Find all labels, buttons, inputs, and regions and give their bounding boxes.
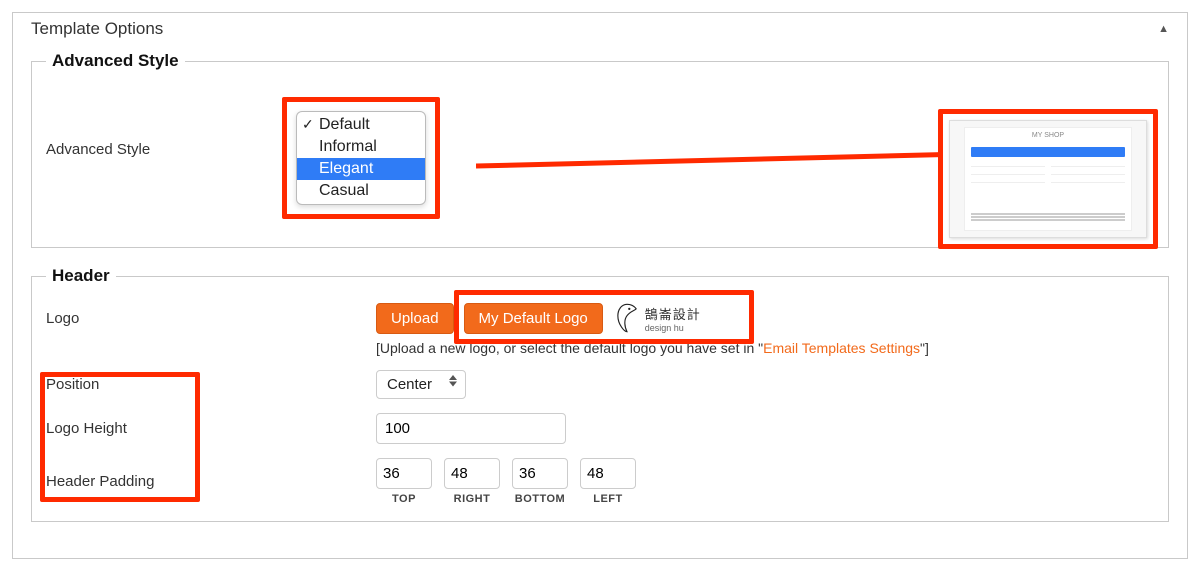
padding-left-caption: LEFT [593,493,623,505]
logo-text-cn: 鵠崙設計 [645,304,701,323]
panel-title: Template Options [31,19,163,39]
padding-right-input[interactable] [444,458,500,489]
advanced-style-dropdown[interactable]: Default Informal Elegant Casual [296,111,426,205]
logo-controls: Upload My Default Logo 鵠崙設計 design hu [376,302,1154,334]
option-informal[interactable]: Informal [297,136,425,158]
template-options-panel: Template Options ▲ Advanced Style Advanc… [12,12,1188,559]
padding-right-caption: RIGHT [454,493,491,505]
annotation-arrow-icon [476,146,986,186]
header-legend: Header [46,266,116,286]
header-padding-group: TOP RIGHT BOTTOM LEFT [376,458,1154,505]
padding-bottom-caption: BOTTOM [515,493,565,505]
upload-button[interactable]: Upload [376,303,454,334]
style-preview-thumbnail[interactable]: MY SHOP [949,120,1147,238]
padding-top-input[interactable] [376,458,432,489]
position-select[interactable]: Center [376,370,466,399]
advanced-style-label: Advanced Style [46,111,296,158]
panel-header: Template Options ▲ [31,19,1169,39]
collapse-icon[interactable]: ▲ [1158,23,1169,35]
padding-top-caption: TOP [392,493,416,505]
advanced-style-dropdown-wrap: Default Informal Elegant Casual [296,111,426,205]
padding-bottom-input[interactable] [512,458,568,489]
position-label: Position [46,376,376,393]
email-templates-settings-link[interactable]: Email Templates Settings [763,340,920,356]
logo-text-en: design hu [645,323,701,333]
my-default-logo-button[interactable]: My Default Logo [464,303,603,334]
padding-left-input[interactable] [580,458,636,489]
logo-label: Logo [46,310,376,327]
logo-height-input[interactable] [376,413,566,444]
logo-height-label: Logo Height [46,420,376,437]
logo-hint: [Upload a new logo, or select the defaul… [376,340,1154,356]
option-default[interactable]: Default [297,114,425,136]
annotation-box-preview: MY SHOP [938,109,1158,249]
option-elegant[interactable]: Elegant [297,158,425,180]
advanced-style-fieldset: Advanced Style Advanced Style Default In… [31,51,1169,248]
option-casual[interactable]: Casual [297,180,425,202]
header-fieldset: Header Logo Upload My Default Logo 鵠崙設計 … [31,266,1169,522]
advanced-style-legend: Advanced Style [46,51,185,71]
header-padding-label: Header Padding [46,473,376,490]
logo-preview: 鵠崙設計 design hu [613,302,701,334]
logo-bird-icon [613,302,641,334]
preview-shop-title: MY SHOP [965,132,1131,139]
